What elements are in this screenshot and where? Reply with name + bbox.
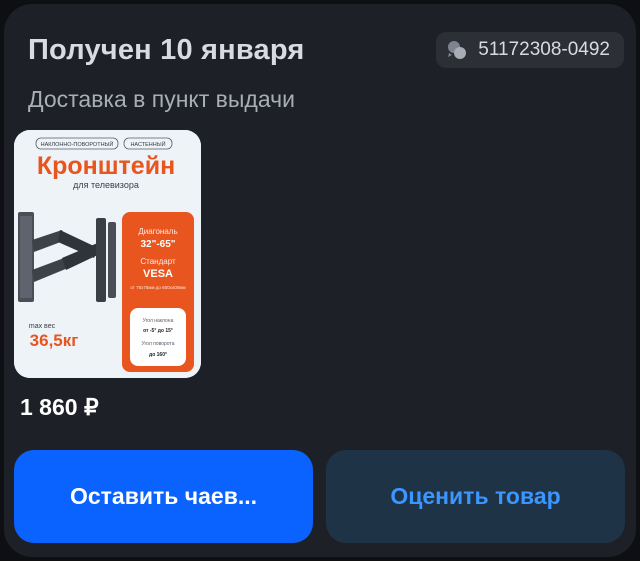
image-diag-value: 32"-65": [140, 239, 175, 250]
image-max-value: 36,5кг: [30, 331, 79, 350]
chat-bubbles-icon: [448, 41, 467, 59]
image-std-range: от 75х75мм до 600х400мм: [130, 285, 185, 290]
image-rot-value: до 160°: [149, 352, 167, 358]
image-tag-2: НАСТЕННЫЙ: [130, 140, 165, 148]
product-price: 1 860 ₽: [20, 394, 99, 420]
image-max-label: max вес: [29, 323, 56, 330]
order-number-chip[interactable]: 51172308-0492: [436, 32, 624, 68]
product-image[interactable]: НАКЛОННО-ПОВОРОТНЫЙ НАСТЕННЫЙ Кронштейн …: [14, 130, 201, 378]
leave-tip-button[interactable]: Оставить чаев...: [14, 450, 313, 543]
image-tag-1: НАКЛОННО-ПОВОРОТНЫЙ: [41, 140, 114, 148]
rate-product-button[interactable]: Оценить товар: [326, 450, 625, 543]
image-subtitle: для телевизора: [73, 180, 139, 190]
order-number: 51172308-0492: [478, 39, 610, 60]
image-title: Кронштейн: [37, 152, 175, 180]
image-tilt-value: от -5° до 15°: [143, 328, 173, 334]
order-status-title: Получен 10 января: [28, 34, 305, 66]
image-std-label: Стандарт: [140, 257, 176, 266]
image-std-value: VESA: [143, 268, 173, 280]
order-card[interactable]: Получен 10 января Доставка в пункт выдач…: [4, 4, 636, 557]
image-rot-label: Угол поворота: [142, 341, 175, 347]
image-diag-label: Диагональ: [138, 227, 177, 236]
delivery-type: Доставка в пункт выдачи: [28, 86, 295, 112]
image-tilt-label: Угол наклона: [143, 318, 174, 324]
